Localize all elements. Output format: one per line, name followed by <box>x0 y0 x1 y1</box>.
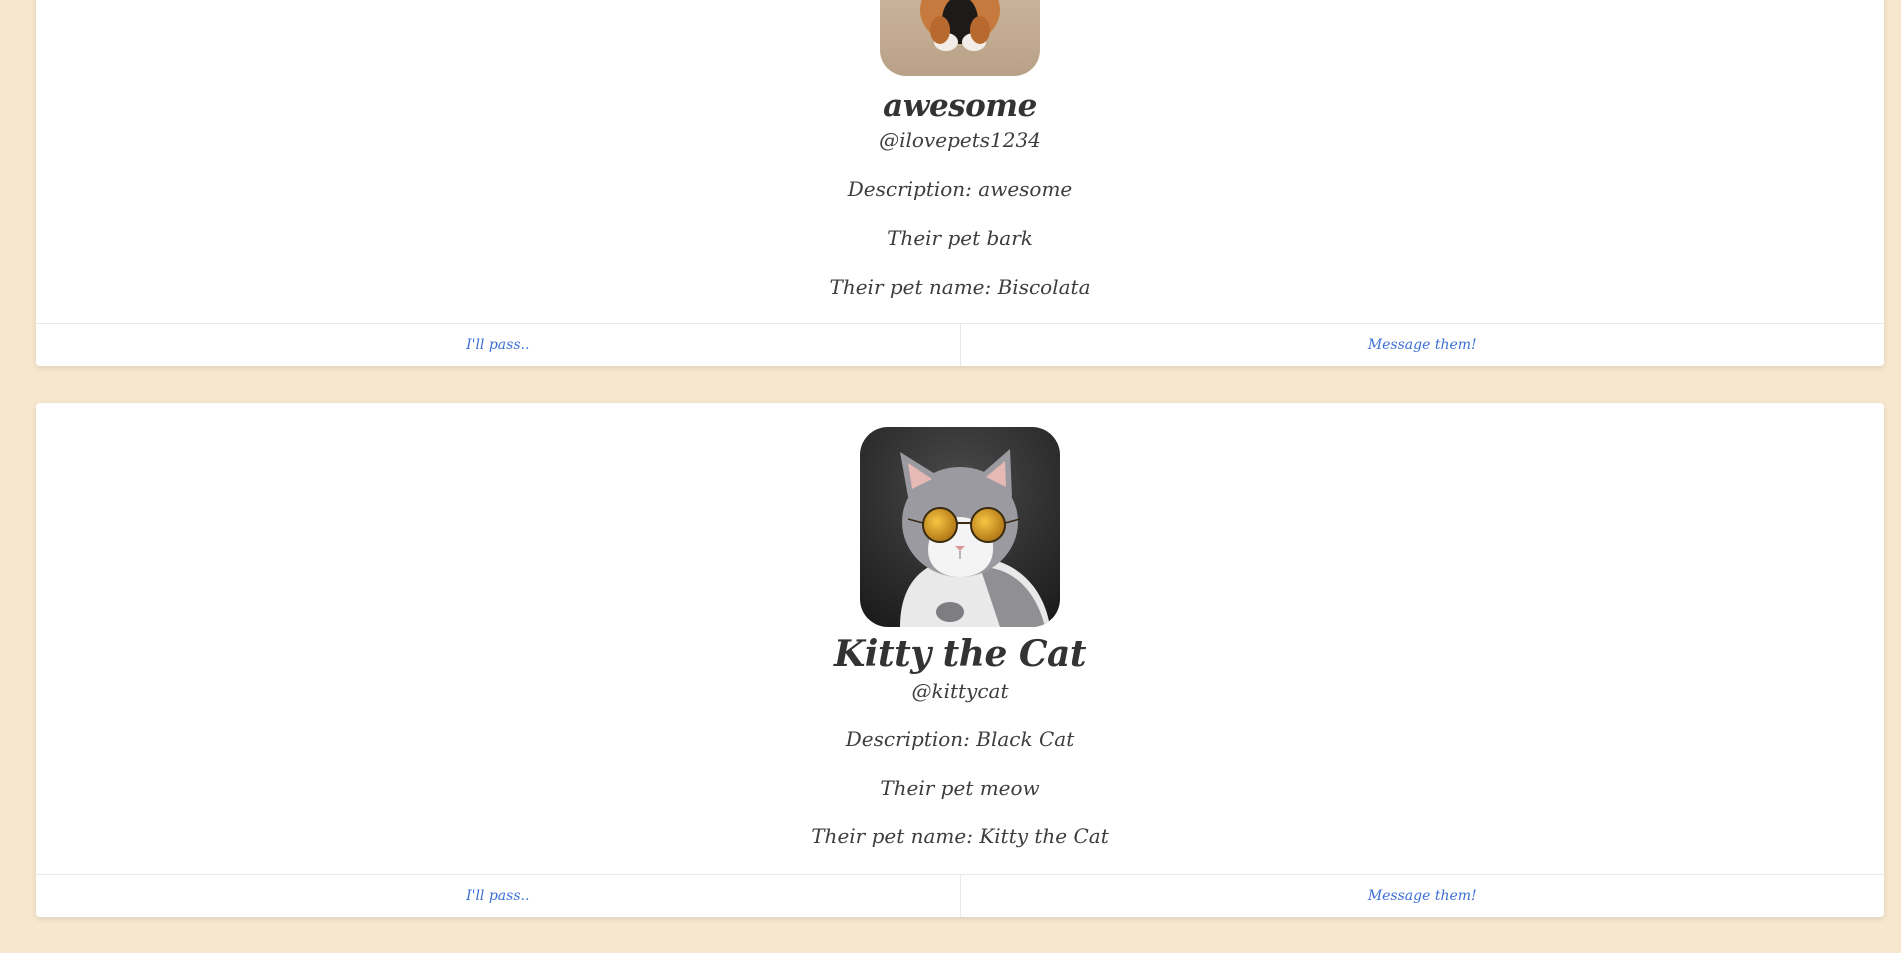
profile-name: Kitty the Cat <box>833 633 1087 675</box>
pass-button[interactable]: I'll pass.. <box>36 875 960 917</box>
profile-pet-name: Their pet name: Biscolata <box>829 275 1091 299</box>
profile-pet-name: Their pet name: Kitty the Cat <box>811 824 1109 848</box>
profile-avatar <box>860 427 1060 627</box>
profile-name: awesome <box>883 88 1037 124</box>
profile-card-footer: I'll pass.. Message them! <box>36 323 1884 366</box>
profile-description: Description: awesome <box>847 177 1073 201</box>
pass-button[interactable]: I'll pass.. <box>36 324 960 366</box>
dog-photo-icon <box>880 0 1040 76</box>
profile-pet-sound: Their pet bark <box>887 226 1033 250</box>
profile-avatar <box>880 0 1040 76</box>
cat-with-sunglasses-photo-icon <box>860 427 1060 627</box>
profile-card: Kitty the Cat @kittycat Description: Bla… <box>36 403 1884 917</box>
profile-handle: @ilovepets1234 <box>879 128 1041 152</box>
profile-feed: awesome @ilovepets1234 Description: awes… <box>0 0 1901 953</box>
message-button[interactable]: Message them! <box>959 875 1884 917</box>
message-button[interactable]: Message them! <box>959 324 1884 366</box>
profile-card-footer: I'll pass.. Message them! <box>36 874 1884 917</box>
profile-description: Description: Black Cat <box>845 727 1075 751</box>
profile-card: awesome @ilovepets1234 Description: awes… <box>36 0 1884 366</box>
profile-pet-sound: Their pet meow <box>880 776 1040 800</box>
profile-handle: @kittycat <box>911 679 1009 703</box>
